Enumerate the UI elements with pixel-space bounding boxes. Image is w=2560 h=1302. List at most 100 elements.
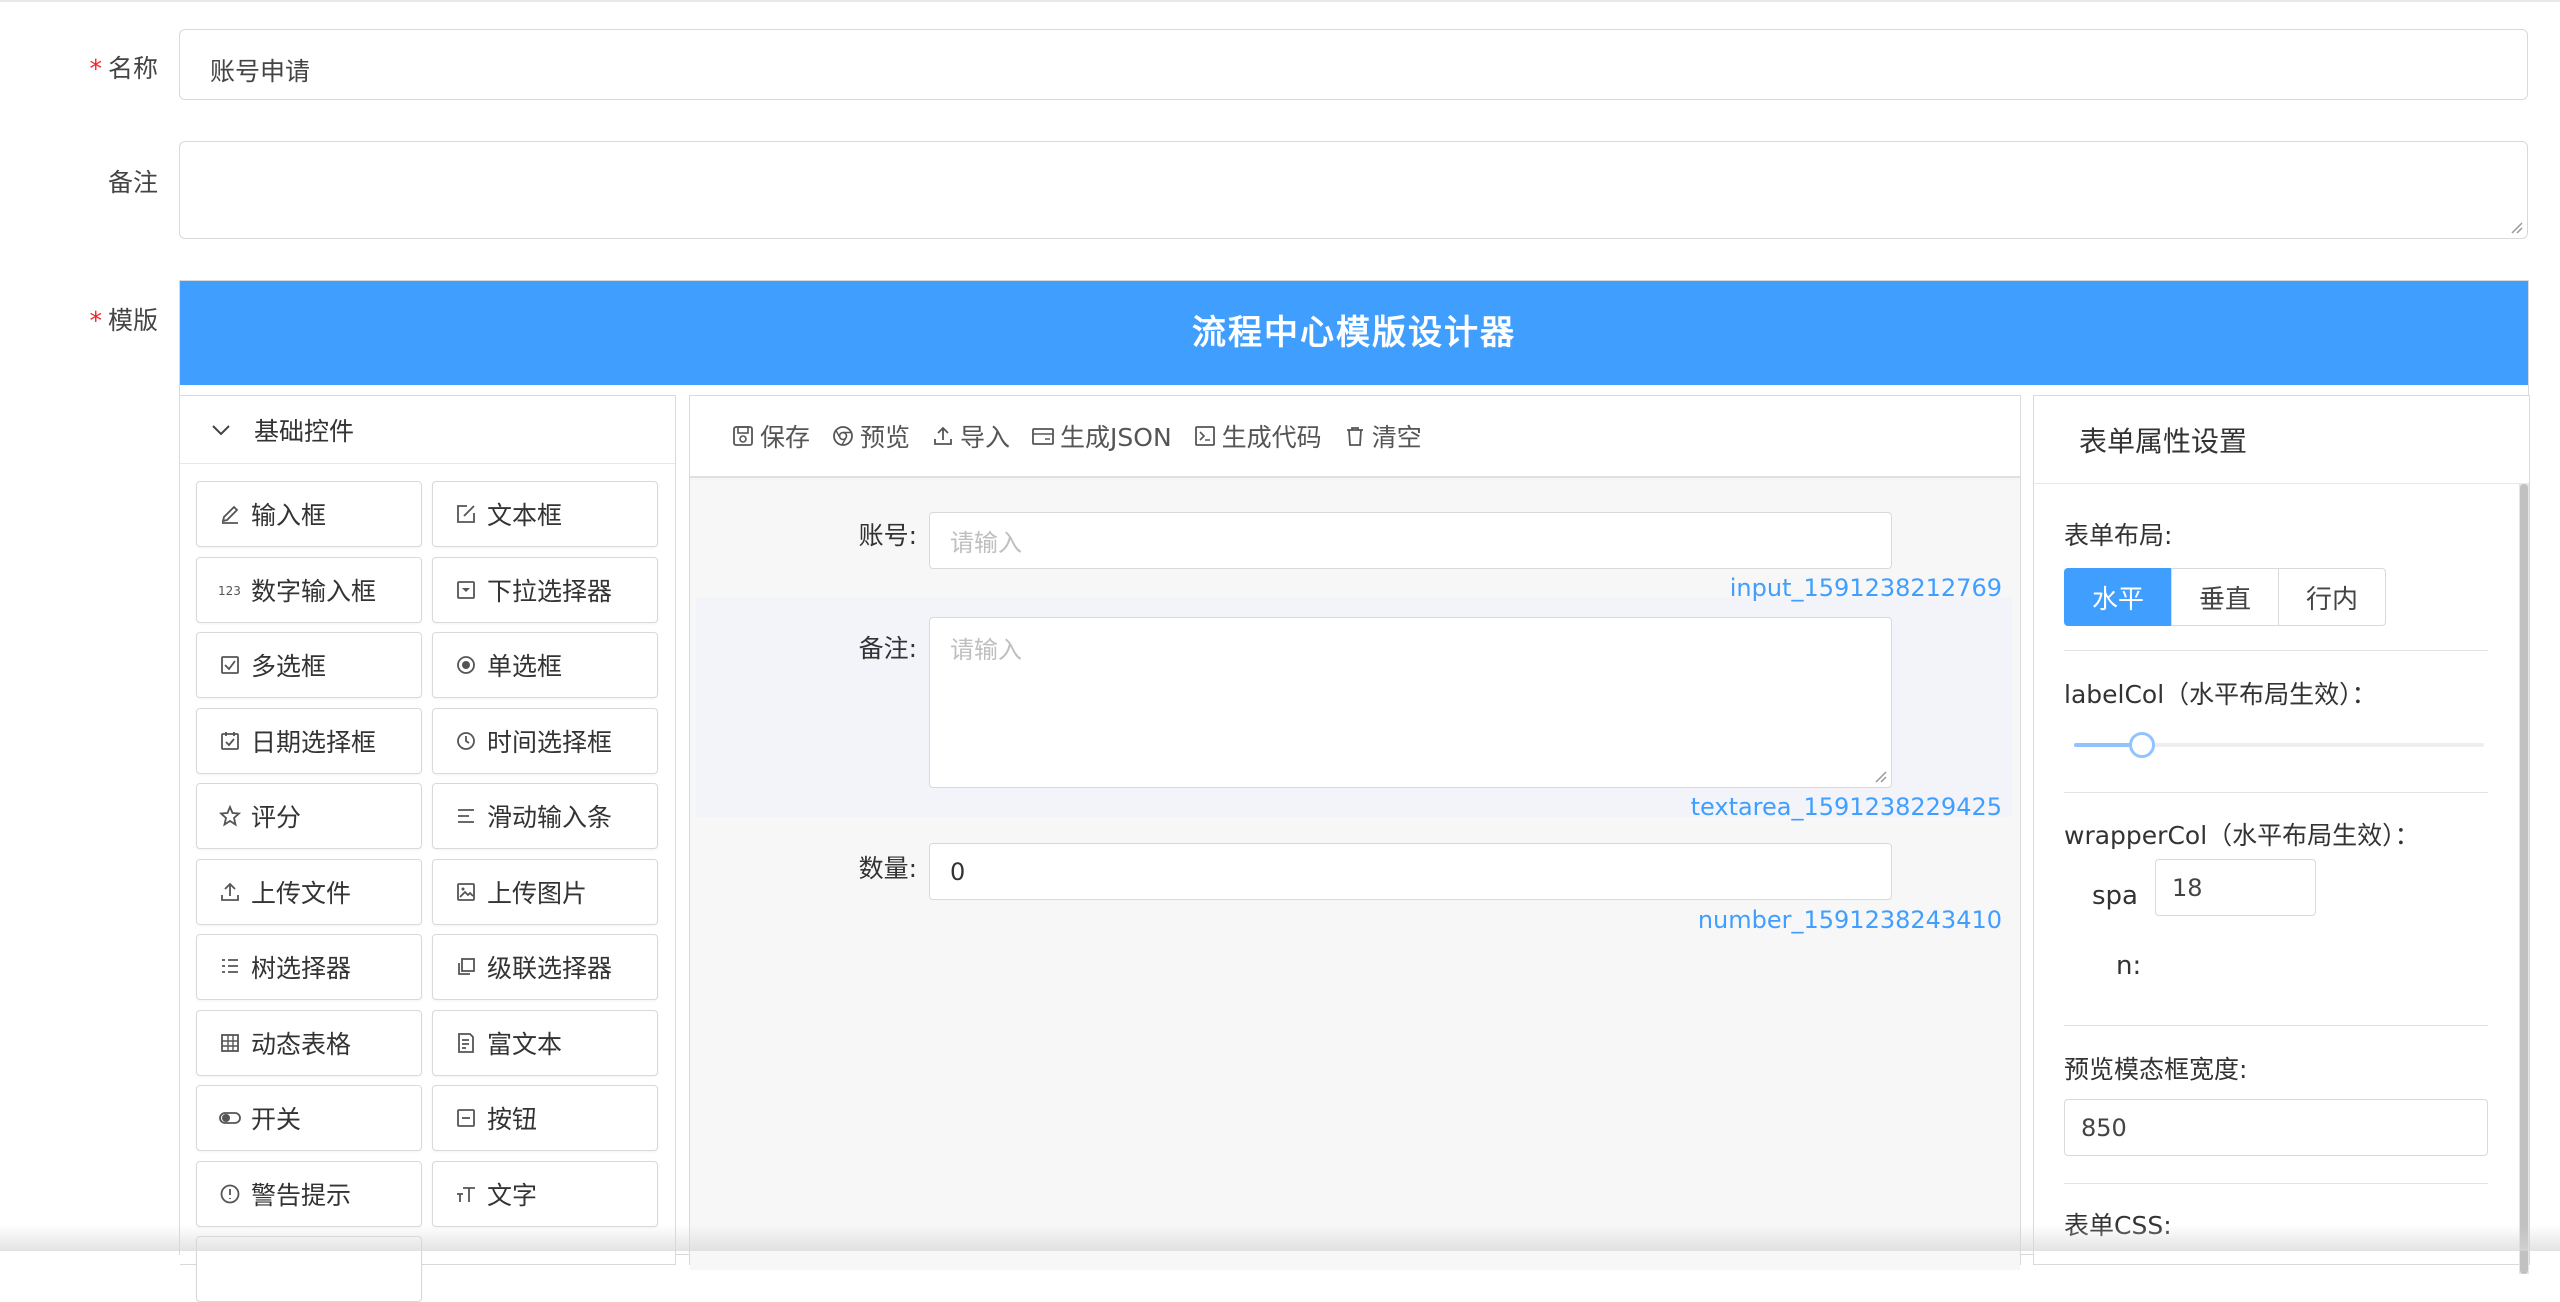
slider-icon bbox=[453, 803, 479, 829]
component-dropdown[interactable]: 下拉选择器 bbox=[432, 557, 658, 623]
text-icon bbox=[453, 1181, 479, 1207]
name-label: *名称 bbox=[48, 49, 158, 85]
component-table[interactable]: 动态表格 bbox=[196, 1010, 422, 1076]
field-id-account: input_1591238212769 bbox=[1730, 574, 2002, 602]
properties-title: 表单属性设置 bbox=[2034, 396, 2529, 484]
component-button[interactable]: 按钮 bbox=[432, 1085, 658, 1151]
checkbox-icon bbox=[217, 652, 243, 678]
component-richtext[interactable]: 富文本 bbox=[432, 1010, 658, 1076]
cascader-icon bbox=[453, 954, 479, 980]
bottom-shadow bbox=[0, 1225, 2560, 1251]
component-label: 数字输入框 bbox=[251, 572, 376, 608]
layout-horizontal-option[interactable]: 水平 bbox=[2064, 568, 2172, 626]
code-icon bbox=[1192, 423, 1218, 449]
component-label: 日期选择框 bbox=[251, 723, 376, 759]
component-switch[interactable]: 开关 bbox=[196, 1085, 422, 1151]
span-input[interactable]: 18 bbox=[2155, 859, 2316, 916]
dropdown-icon bbox=[453, 577, 479, 603]
divider bbox=[2064, 1183, 2488, 1184]
divider bbox=[2064, 650, 2488, 651]
radio-icon bbox=[453, 652, 479, 678]
component-label: 按钮 bbox=[487, 1100, 537, 1136]
template-label: *模版 bbox=[48, 301, 158, 337]
clear-button[interactable]: 清空 bbox=[1342, 418, 1422, 454]
component-image[interactable]: 上传图片 bbox=[432, 859, 658, 925]
richtext-icon bbox=[453, 1030, 479, 1056]
component-label: 文本框 bbox=[487, 496, 562, 532]
component-label: 动态表格 bbox=[251, 1025, 351, 1061]
component-label: 上传图片 bbox=[487, 874, 587, 910]
generate-json-button[interactable]: 生成JSON bbox=[1030, 418, 1172, 454]
image-icon bbox=[453, 879, 479, 905]
field-id-quantity: number_1591238243410 bbox=[1698, 906, 2002, 934]
component-label: 树选择器 bbox=[251, 949, 351, 985]
alert-icon bbox=[217, 1181, 243, 1207]
clock-icon bbox=[453, 728, 479, 754]
component-star[interactable]: 评分 bbox=[196, 783, 422, 849]
layout-vertical-option[interactable]: 垂直 bbox=[2171, 568, 2279, 626]
component-upload[interactable]: 上传文件 bbox=[196, 859, 422, 925]
component-calendar[interactable]: 日期选择框 bbox=[196, 708, 422, 774]
form-canvas[interactable]: 账号: 请输入 input_1591238212769 备注: 请输入 text… bbox=[690, 480, 2020, 1270]
component-panel: 基础控件 输入框 文本框 123 数字输入框 下拉选择器多选框 单选框日期选择框 时间选择框… bbox=[180, 395, 676, 1265]
component-text[interactable]: 文字 bbox=[432, 1161, 658, 1227]
component-tree[interactable]: 树选择器 bbox=[196, 934, 422, 1000]
number-icon: 123 bbox=[217, 577, 243, 603]
component-label: 输入框 bbox=[251, 496, 326, 532]
edit-box-icon bbox=[453, 501, 479, 527]
labelcol-label: labelCol（水平布局生效）： bbox=[2064, 675, 2377, 711]
design-canvas-panel: 保存 预览 导入 生成JSON 生成代码 清空 bbox=[689, 395, 2021, 1265]
quantity-input[interactable]: 0 bbox=[929, 843, 1892, 900]
save-icon bbox=[730, 423, 756, 449]
component-label: 单选框 bbox=[487, 647, 562, 683]
component-radio[interactable]: 单选框 bbox=[432, 632, 658, 698]
component-clock[interactable]: 时间选择框 bbox=[432, 708, 658, 774]
top-divider bbox=[0, 0, 2560, 2]
calendar-icon bbox=[217, 728, 243, 754]
slider-handle[interactable] bbox=[2129, 732, 2155, 758]
component-label: 多选框 bbox=[251, 647, 326, 683]
component-checkbox[interactable]: 多选框 bbox=[196, 632, 422, 698]
span-label-1: spa bbox=[2092, 881, 2138, 911]
template-designer: 流程中心模版设计器 基础控件 输入框 文本框 123 数字输入框 下拉选择器多选框 单选框… bbox=[179, 280, 2529, 1255]
table-icon bbox=[217, 1030, 243, 1056]
chevron-down-icon bbox=[210, 423, 232, 437]
note-textarea[interactable] bbox=[179, 141, 2528, 239]
modal-width-input[interactable]: 850 bbox=[2064, 1099, 2488, 1156]
component-group-header[interactable]: 基础控件 bbox=[180, 396, 675, 464]
preview-button[interactable]: 预览 bbox=[830, 418, 910, 454]
component-label: 评分 bbox=[251, 798, 301, 834]
save-button[interactable]: 保存 bbox=[730, 418, 810, 454]
labelcol-slider[interactable] bbox=[2074, 735, 2484, 755]
layout-inline-option[interactable]: 行内 bbox=[2278, 568, 2386, 626]
note-textarea-field[interactable]: 请输入 bbox=[929, 617, 1892, 788]
component-label: 开关 bbox=[251, 1100, 301, 1136]
component-cascader[interactable]: 级联选择器 bbox=[432, 934, 658, 1000]
generate-code-button[interactable]: 生成代码 bbox=[1192, 418, 1322, 454]
name-input[interactable]: 账号申请 bbox=[179, 29, 2528, 100]
star-icon bbox=[217, 803, 243, 829]
chrome-icon bbox=[830, 423, 856, 449]
svg-text:123: 123 bbox=[218, 584, 241, 598]
modal-width-label: 预览模态框宽度: bbox=[2064, 1050, 2247, 1086]
component-slider[interactable]: 滑动输入条 bbox=[432, 783, 658, 849]
component-label: 文字 bbox=[487, 1176, 537, 1212]
properties-scrollbar[interactable] bbox=[2519, 484, 2529, 1274]
import-button[interactable]: 导入 bbox=[930, 418, 1010, 454]
layout-label: 表单布局: bbox=[2064, 516, 2172, 552]
resize-grip-icon[interactable] bbox=[2509, 220, 2523, 234]
component-edit[interactable]: 输入框 bbox=[196, 481, 422, 547]
field-label-quantity: 数量: bbox=[777, 849, 917, 885]
component-label: 富文本 bbox=[487, 1025, 562, 1061]
button-icon bbox=[453, 1105, 479, 1131]
account-input[interactable]: 请输入 bbox=[929, 512, 1892, 569]
component-edit-box[interactable]: 文本框 bbox=[432, 481, 658, 547]
designer-title: 流程中心模版设计器 bbox=[180, 281, 2528, 385]
component-number[interactable]: 123 数字输入框 bbox=[196, 557, 422, 623]
component-group-title: 基础控件 bbox=[254, 412, 354, 448]
span-label-2: n: bbox=[2116, 951, 2141, 981]
scrollbar-thumb[interactable] bbox=[2520, 484, 2528, 1274]
layout-segmented: 水平 垂直 行内 bbox=[2064, 568, 2386, 626]
component-alert[interactable]: 警告提示 bbox=[196, 1161, 422, 1227]
resize-grip-icon[interactable] bbox=[1873, 769, 1887, 783]
